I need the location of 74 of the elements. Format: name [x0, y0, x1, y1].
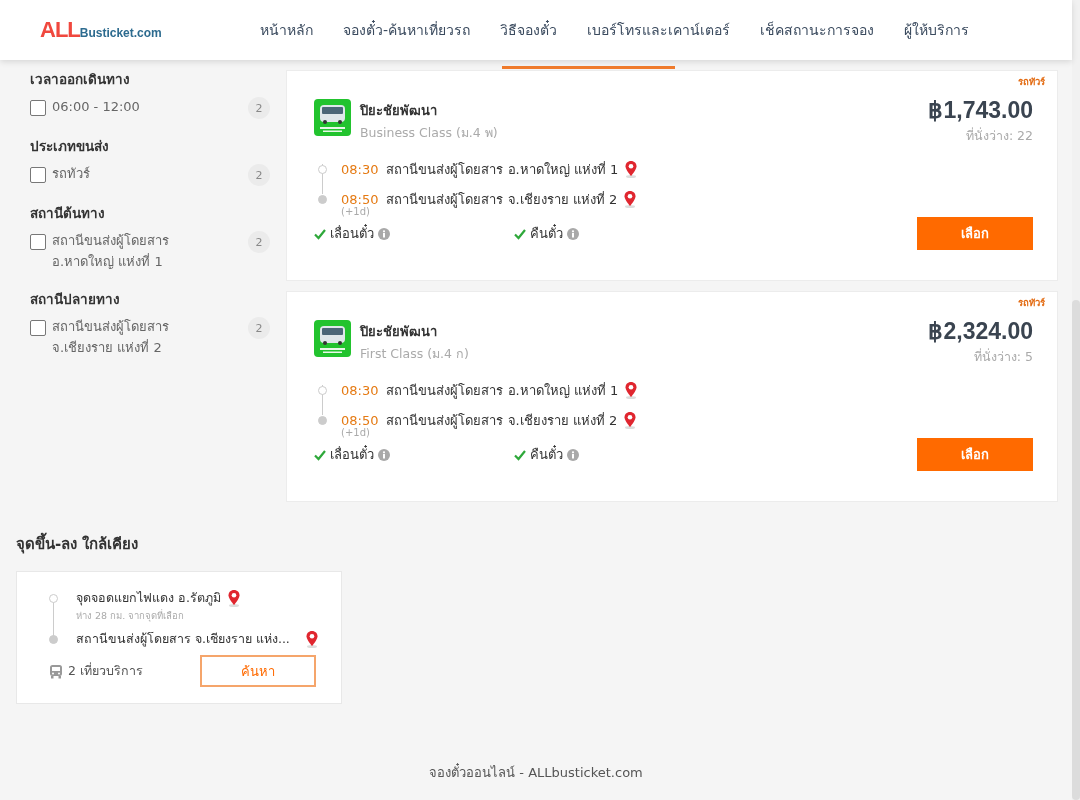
seats-available: ที่นั่งว่าง: 22: [964, 126, 1033, 145]
price: ฿2,324.00: [928, 318, 1033, 345]
station-name: สถานีขนส่งผู้โดยสาร จ.เชียงราย แห่งที่ 2: [386, 411, 618, 431]
section-title: จุดขึ้น-ลง ใกล้เคียง: [16, 532, 1056, 556]
operator-name: ปิยะชัยพัฒนา: [360, 102, 438, 120]
trip-count: 2 เที่ยวบริการ: [68, 661, 144, 680]
station-name: สถานีขนส่งผู้โดยสาร จ.เชียงราย แห่งที่ 2: [386, 190, 618, 210]
map-pin-icon: [305, 630, 319, 648]
map-pin-icon: [624, 160, 639, 178]
nav-link[interactable]: เบอร์โทรและเคาน์เตอร์: [587, 19, 731, 41]
departure-time: 08:30: [341, 161, 379, 177]
price: ฿1,743.00: [928, 97, 1033, 124]
nav-link[interactable]: เช็คสถานะการจอง: [760, 19, 875, 41]
day-offset: (+1d): [341, 427, 371, 438]
info-icon: [378, 227, 390, 240]
timeline-dot: [49, 635, 58, 644]
site-logo[interactable]: ALLBusticket.com: [40, 17, 240, 43]
filter-title: สถานีปลายทาง: [30, 290, 121, 309]
feature-label: คืนตั๋ว: [530, 223, 563, 243]
departure-time: 08:30: [341, 382, 379, 398]
timeline-dot: [318, 164, 327, 174]
checkbox[interactable]: [30, 234, 46, 250]
scrollbar[interactable]: [1072, 0, 1080, 800]
count-badge: 2: [248, 97, 270, 119]
map-pin-icon: [624, 381, 639, 399]
map-pin-icon: [623, 190, 638, 208]
nav-link[interactable]: จองตั๋ว-ค้นหาเที่ยวรถ: [343, 19, 471, 41]
bus-icon: [49, 663, 63, 679]
station-name: สถานีขนส่งผู้โดยสาร อ.หาดใหญ่ แห่งที่ 1: [386, 381, 619, 401]
vehicle-type-tag: รถทัวร์: [1018, 74, 1045, 89]
seats-available: ที่นั่งว่าง: 5: [972, 347, 1033, 366]
feature-label: คืนตั๋ว: [530, 444, 563, 464]
day-offset: (+1d): [341, 206, 371, 217]
info-icon: [567, 448, 579, 461]
vehicle-type-tag: รถทัวร์: [1018, 295, 1045, 310]
filter-option-label[interactable]: รถทัวร์: [52, 163, 192, 184]
search-button[interactable]: ค้นหา: [200, 655, 316, 687]
count-badge: 2: [248, 164, 270, 186]
footer-text: จองตั๋วออนไลน์ - ALLbusticket.com: [429, 762, 643, 782]
filter-title: ประเภทขนส่ง: [30, 137, 110, 156]
filter-title: สถานีต้นทาง: [30, 204, 106, 223]
info-icon: [378, 448, 390, 461]
feature-label: เลื่อนตั๋ว: [330, 444, 374, 464]
map-pin-icon: [226, 589, 241, 607]
checkbox[interactable]: [30, 100, 46, 116]
stop-name: จุดจอดแยกไฟแดง อ.รัตภูมิ: [76, 589, 221, 608]
nav-link[interactable]: หน้าหลัก: [260, 19, 313, 41]
timeline-dot: [318, 415, 327, 425]
distance-note: ห่าง 28 กม. จากจุดที่เลือก: [76, 608, 186, 623]
stop-name: สถานีขนส่งผู้โดยสาร จ.เชียงราย แห่ง...: [76, 630, 290, 649]
map-pin-icon: [623, 411, 638, 429]
checkbox[interactable]: [30, 167, 46, 183]
station-name: สถานีขนส่งผู้โดยสาร อ.หาดใหญ่ แห่งที่ 1: [386, 160, 619, 180]
filter-option-label[interactable]: 06:00 - 12:00: [52, 96, 192, 117]
filter-option-label[interactable]: สถานีขนส่งผู้โดยสาร อ.หาดใหญ่ แห่งที่ 1: [52, 230, 192, 272]
operator-name: ปิยะชัยพัฒนา: [360, 323, 438, 341]
bus-logo-icon: [314, 99, 351, 136]
filter-option-label[interactable]: สถานีขนส่งผู้โดยสาร จ.เชียงราย แห่งที่ 2: [52, 316, 192, 358]
count-badge: 2: [248, 317, 270, 339]
nav-link[interactable]: ผู้ให้บริการ: [904, 19, 970, 41]
filter-title: เวลาออกเดินทาง: [30, 70, 131, 89]
timeline-dot: [318, 385, 327, 395]
feature-label: เลื่อนตั๋ว: [330, 223, 374, 243]
bus-class: First Class (ม.4 ก): [360, 345, 469, 363]
bus-class: Business Class (ม.4 พ): [360, 124, 498, 142]
checkbox[interactable]: [30, 320, 46, 336]
timeline-dot: [49, 594, 58, 603]
departure-time: 08:50: [341, 412, 379, 428]
bus-logo-icon: [314, 320, 351, 357]
timeline-dot: [318, 194, 327, 204]
count-badge: 2: [248, 231, 270, 253]
info-icon: [567, 227, 579, 240]
nav-link[interactable]: วิธีจองตั๋ว: [500, 19, 558, 41]
departure-time: 08:50: [341, 191, 379, 207]
